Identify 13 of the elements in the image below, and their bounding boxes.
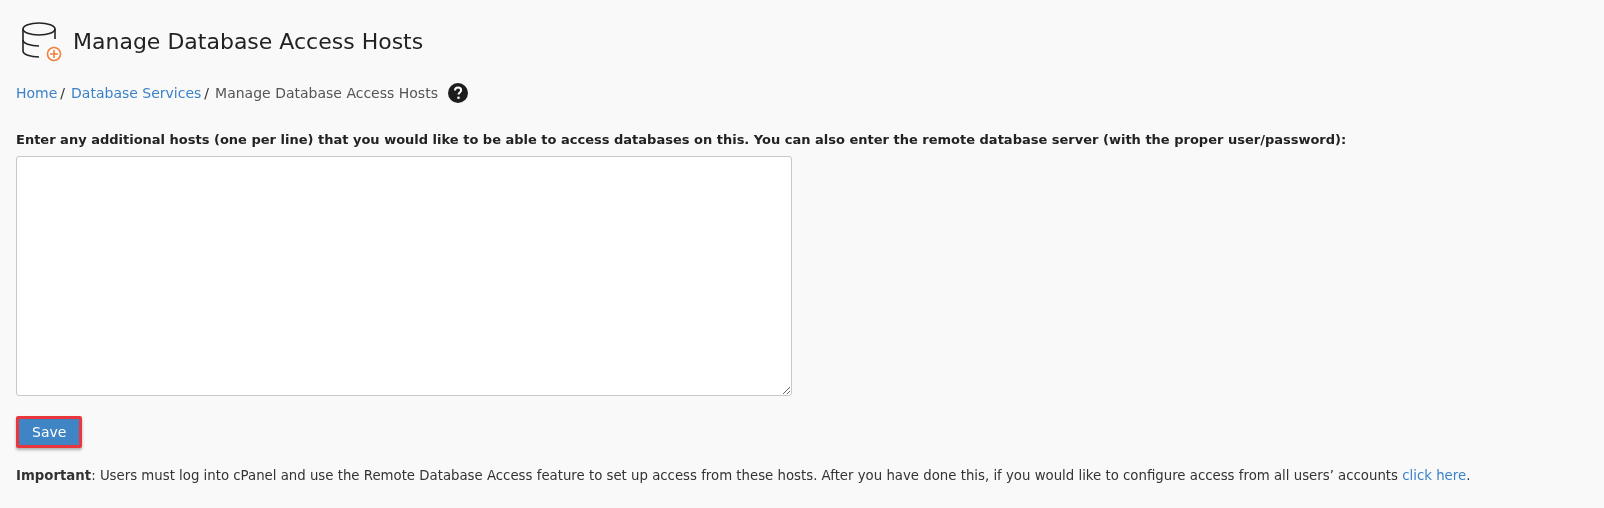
breadcrumb-separator: /: [60, 85, 66, 101]
click-here-link[interactable]: click here: [1402, 468, 1467, 483]
save-button[interactable]: Save: [16, 416, 83, 448]
breadcrumb-link[interactable]: Home: [16, 85, 58, 101]
current-page-label: Manage Database Access Hosts: [215, 85, 438, 101]
database-add-icon: [19, 19, 63, 63]
hosts-label: Enter any additional hosts (one per line) that you would like to be able to access databases on this. You can also enter the remote database server (with the proper user/password):: [16, 132, 1348, 147]
hosts-field[interactable]: [16, 156, 792, 396]
important-note: Important: Users must log into cPanel and use the Remote Database Access feature to set up access from these hosts. After you have done this, if you would like to configure access from all users’ accounts click here.: [16, 468, 1472, 483]
help-icon[interactable]: [447, 83, 468, 103]
page-title: Manage Database Access Hosts: [73, 28, 424, 54]
breadcrumb-link[interactable]: Database Services: [71, 85, 202, 101]
breadcrumb-separator: /: [204, 85, 210, 101]
